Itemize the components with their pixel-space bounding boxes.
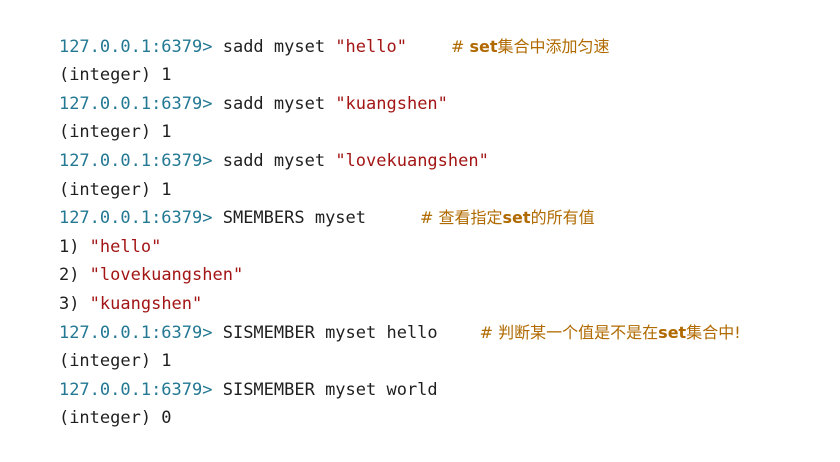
output-text: (integer) 1 (58, 179, 172, 200)
prompt: 127.0.0.1:6379> (58, 208, 213, 229)
command-text: SISMEMBER myset hello (212, 322, 438, 343)
string-arg: "hello" (335, 36, 407, 57)
list-index: 2) (58, 265, 90, 286)
terminal-line-command: 127.0.0.1:6379> sadd myset "hello" # set集… (18, 4, 840, 57)
list-value: "hello" (89, 236, 162, 257)
prompt: 127.0.0.1:6379> (58, 322, 213, 343)
list-value: "kuangshen" (89, 293, 203, 314)
command-text: sadd myset (212, 150, 336, 171)
string-arg: "kuangshen" (335, 93, 448, 114)
output-text: (integer) 1 (58, 351, 172, 372)
prompt: 127.0.0.1:6379> (58, 150, 213, 171)
output-text: (integer) 1 (58, 65, 172, 86)
command-text: SMEMBERS myset (212, 208, 367, 229)
comment: # 判断某一个值是不是在set集合中! (479, 322, 741, 342)
comment: # 查看指定set的所有值 (420, 208, 595, 228)
command-text: sadd myset (212, 36, 336, 57)
list-index: 3) (58, 293, 90, 314)
prompt: 127.0.0.1:6379> (58, 93, 213, 114)
prompt: 127.0.0.1:6379> (58, 379, 213, 400)
string-arg: "lovekuangshen" (335, 150, 489, 171)
list-index: 1) (58, 236, 90, 257)
prompt: 127.0.0.1:6379> (58, 36, 213, 57)
output-text: (integer) 1 (58, 122, 172, 143)
list-value: "lovekuangshen" (89, 265, 244, 286)
terminal-window[interactable]: 127.0.0.1:6379> sadd myset "hello" # set集… (0, 0, 840, 428)
command-text: SISMEMBER myset world (212, 379, 438, 400)
comment: # set集合中添加匀速 (450, 36, 610, 56)
command-text: sadd myset (212, 93, 336, 114)
output-text: (integer) 0 (58, 408, 172, 429)
